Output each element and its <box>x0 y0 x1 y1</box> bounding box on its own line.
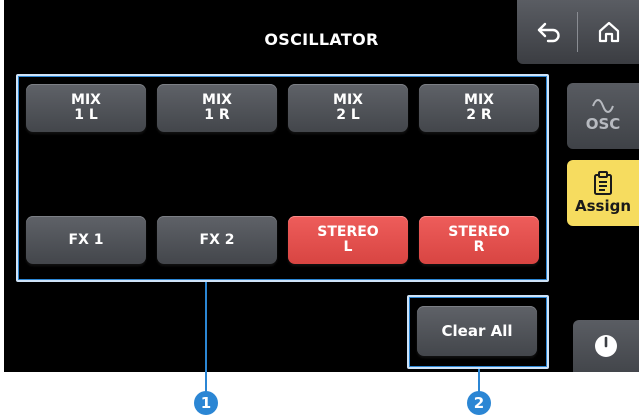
callout-2-leader <box>478 369 480 392</box>
sidebar-tab-assign[interactable]: Assign <box>567 160 639 226</box>
sidebar-meter-button[interactable] <box>573 320 639 372</box>
sidebar-assign-label: Assign <box>574 197 632 215</box>
assign-mix-1r-button[interactable]: MIX 1 R <box>157 84 277 132</box>
callout-1-leader <box>205 282 207 392</box>
callout-1-badge: 1 <box>194 391 218 415</box>
sidebar-tab-osc[interactable]: OSC <box>567 83 639 149</box>
assign-mix-2r-button[interactable]: MIX 2 R <box>419 84 539 132</box>
assign-mix-1l-button[interactable]: MIX 1 L <box>26 84 146 132</box>
callout-2-badge: 2 <box>467 391 491 415</box>
top-toolbar <box>517 0 639 64</box>
assign-fx2-button[interactable]: FX 2 <box>157 216 277 264</box>
back-button[interactable] <box>523 8 575 56</box>
sine-wave-icon <box>592 99 614 113</box>
oscillator-screen: OSCILLATOR MIX 1 L MIX 1 R MIX 2 L MIX 2… <box>4 0 639 372</box>
clipboard-icon <box>594 171 612 195</box>
undo-arrow-icon <box>537 22 560 43</box>
assign-fx1-button[interactable]: FX 1 <box>26 216 146 264</box>
assign-stereo-l-button[interactable]: STEREO L <box>288 216 408 264</box>
home-icon <box>598 21 620 43</box>
meter-icon <box>595 335 617 357</box>
toolbar-divider <box>577 12 578 52</box>
assign-mix-2l-button[interactable]: MIX 2 L <box>288 84 408 132</box>
sidebar-osc-label: OSC <box>585 115 621 133</box>
clear-all-button[interactable]: Clear All <box>417 306 537 356</box>
assign-stereo-r-button[interactable]: STEREO R <box>419 216 539 264</box>
home-button[interactable] <box>583 8 635 56</box>
